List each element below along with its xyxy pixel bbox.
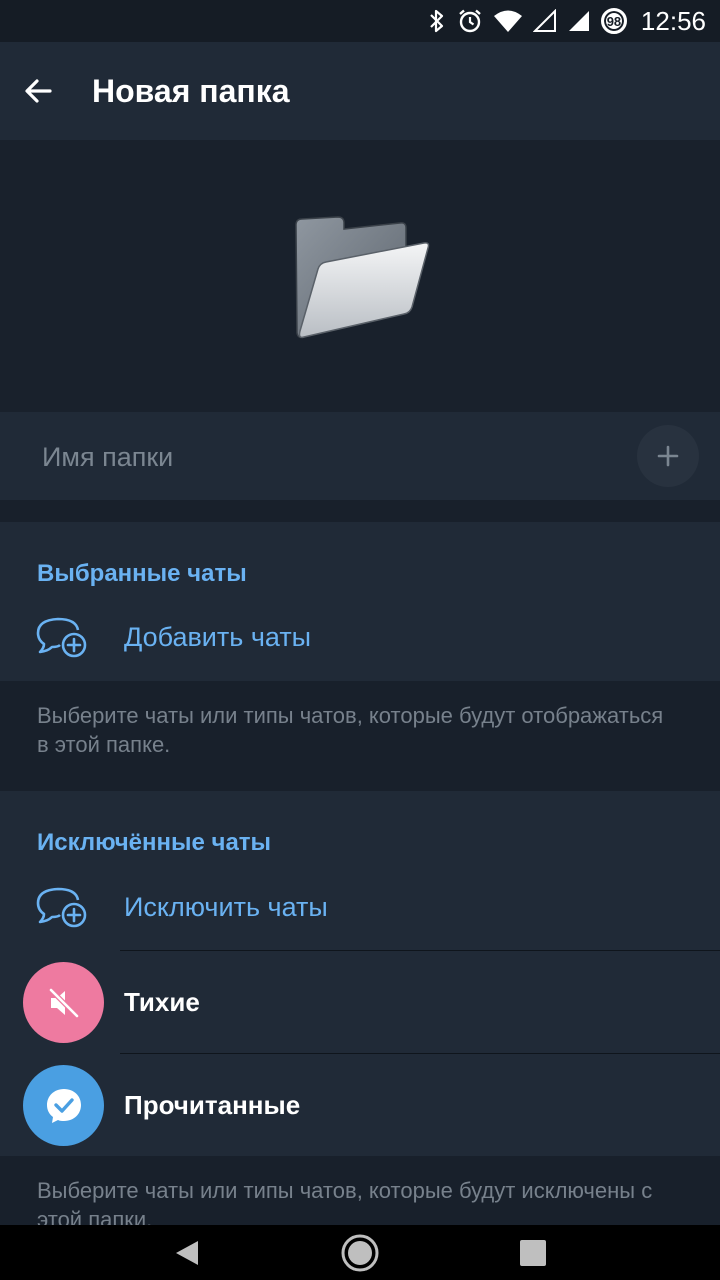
- battery-saver-icon: 98: [600, 8, 627, 34]
- nav-home-button[interactable]: [330, 1225, 390, 1280]
- folder-icon: [295, 216, 430, 339]
- excluded-chats-header: Исключённые чаты: [37, 829, 272, 856]
- status-time: 12:56: [640, 5, 706, 36]
- exclude-chats-button[interactable]: Исключить чаты: [0, 867, 720, 947]
- nav-back-icon: [175, 1240, 198, 1265]
- muted-icon: [48, 987, 79, 1018]
- nav-recents-icon: [520, 1239, 547, 1266]
- read-chat-icon: [46, 1088, 81, 1123]
- included-hint-text: Выберите чаты или типы чатов, которые бу…: [37, 703, 664, 757]
- folder-name-row: [0, 412, 720, 502]
- add-chats-button[interactable]: Добавить чаты: [0, 597, 720, 677]
- page-title: Новая папка: [92, 72, 290, 109]
- included-chats-section: Выбранные чаты Добавить чаты: [0, 522, 720, 681]
- cell-signal-icon: [568, 11, 589, 31]
- arrow-back-icon: [25, 79, 52, 103]
- included-hint: Выберите чаты или типы чатов, которые бу…: [0, 681, 720, 791]
- wifi-icon: [493, 10, 522, 32]
- chat-add-icon: [36, 617, 87, 658]
- avatar: [23, 962, 104, 1043]
- folder-emoji-button[interactable]: [637, 425, 699, 487]
- excluded-item-label: Тихие: [124, 987, 200, 1017]
- excluded-item-label: Прочитанные: [124, 1090, 301, 1120]
- avatar: [23, 1065, 104, 1146]
- folder-illustration: [0, 140, 720, 412]
- excluded-item-muted[interactable]: Тихие: [0, 951, 720, 1054]
- plus-icon: [657, 445, 679, 467]
- excluded-chats-section: Исключённые чаты Исключить чаты Тихие Пр…: [0, 791, 720, 1156]
- included-chats-header: Выбранные чаты: [37, 560, 247, 587]
- chat-add-icon: [36, 887, 87, 928]
- nav-back-button[interactable]: [157, 1225, 217, 1280]
- excluded-hint-text: Выберите чаты или типы чатов, которые бу…: [37, 1178, 653, 1225]
- bluetooth-icon: [430, 9, 444, 33]
- add-chats-label: Добавить чаты: [124, 622, 312, 652]
- cell-signal-empty-icon: [532, 9, 556, 32]
- exclude-chats-label: Исключить чаты: [124, 892, 328, 922]
- system-nav-bar: [0, 1225, 720, 1280]
- nav-home-icon: [341, 1234, 379, 1271]
- alarm-icon: [459, 9, 481, 33]
- app-bar: Новая папка: [0, 42, 720, 140]
- nav-recents-button[interactable]: [503, 1225, 563, 1280]
- excluded-hint: Выберите чаты или типы чатов, которые бу…: [0, 1156, 720, 1225]
- excluded-item-read[interactable]: Прочитанные: [0, 1054, 720, 1157]
- folder-name-input[interactable]: [40, 412, 604, 502]
- back-button[interactable]: [0, 42, 76, 140]
- status-bar: 98 12:56: [0, 0, 720, 42]
